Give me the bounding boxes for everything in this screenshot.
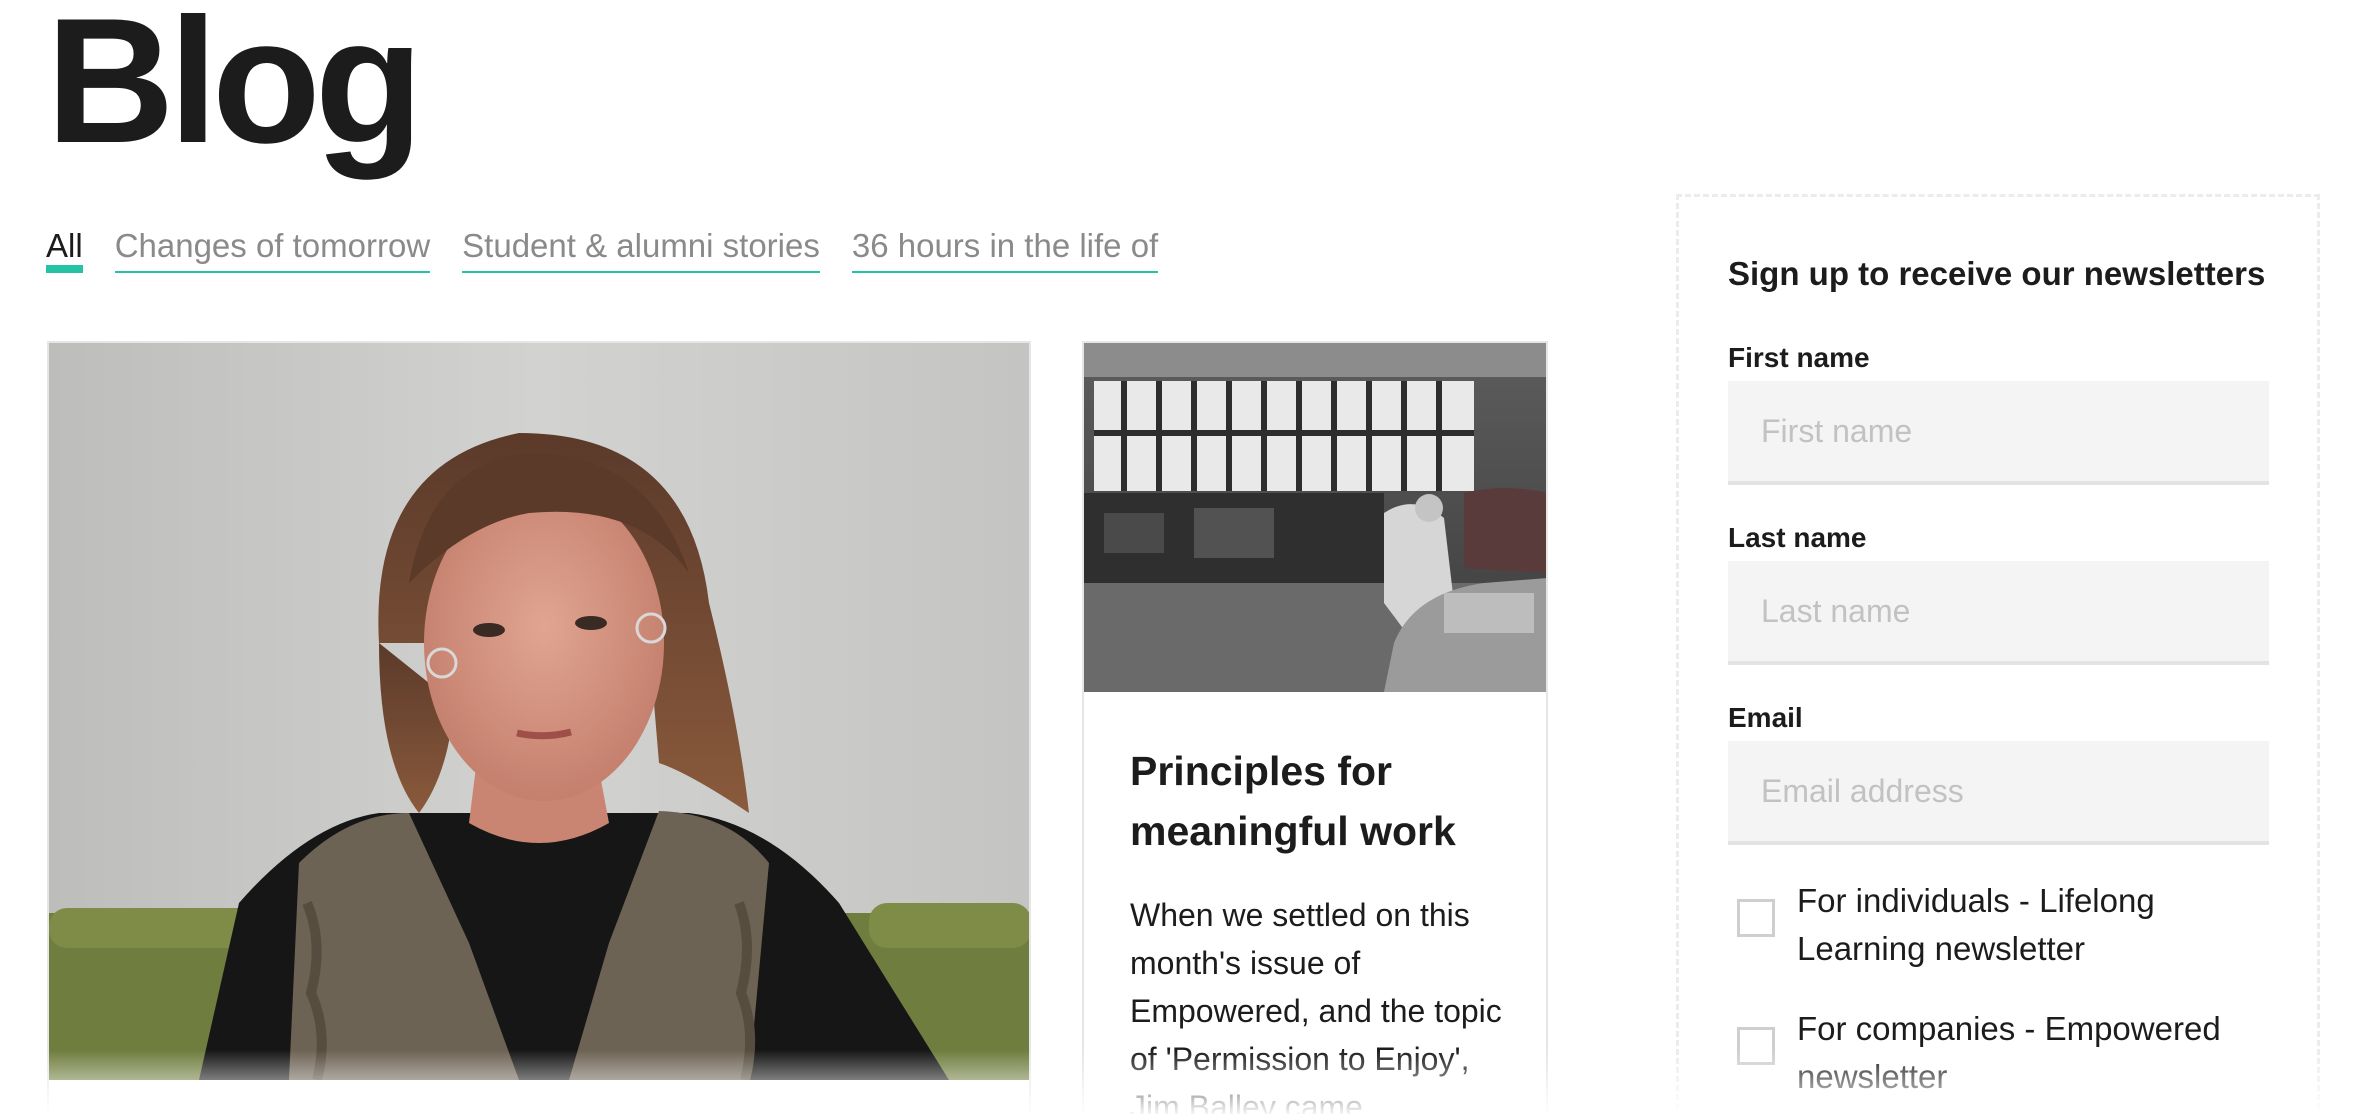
individuals-newsletter-option[interactable]: For individuals - Lifelong Learning news… bbox=[1737, 877, 2257, 973]
category-tabs: All Changes of tomorrow Student & alumni… bbox=[46, 224, 1159, 273]
tab-changes-of-tomorrow[interactable]: Changes of tomorrow bbox=[114, 224, 431, 273]
newsletter-signup-panel: Sign up to receive our newsletters First… bbox=[1676, 194, 2320, 1114]
featured-article-card[interactable] bbox=[47, 341, 1031, 1114]
page-title: Blog bbox=[46, 0, 423, 180]
last-name-label: Last name bbox=[1728, 522, 1867, 553]
individuals-newsletter-label[interactable]: For individuals - Lifelong Learning news… bbox=[1797, 877, 2257, 973]
page: Blog All Changes of tomorrow Student & a… bbox=[0, 0, 2370, 1114]
tab-student-alumni-stories[interactable]: Student & alumni stories bbox=[462, 224, 820, 273]
article-excerpt: When we settled on this month's issue of… bbox=[1130, 897, 1502, 1114]
workshop-photo[interactable] bbox=[1084, 343, 1546, 692]
last-name-field[interactable] bbox=[1728, 561, 2269, 665]
email-field[interactable] bbox=[1728, 741, 2269, 845]
first-name-label: First name bbox=[1728, 342, 1870, 373]
tab-all[interactable]: All bbox=[46, 224, 83, 273]
article-title[interactable]: Principles for meaningful work bbox=[1130, 741, 1510, 861]
article-card[interactable]: Principles for meaningful work When we s… bbox=[1082, 341, 1548, 1114]
email-label: Email bbox=[1728, 702, 1803, 733]
first-name-field[interactable] bbox=[1728, 381, 2269, 485]
tab-36-hours[interactable]: 36 hours in the life of bbox=[851, 224, 1159, 273]
individuals-newsletter-checkbox[interactable] bbox=[1737, 899, 1775, 937]
newsletter-heading: Sign up to receive our newsletters bbox=[1728, 255, 2266, 292]
companies-newsletter-label[interactable]: For companies - Empowered newsletter bbox=[1797, 1005, 2257, 1101]
portrait-photo[interactable] bbox=[49, 343, 1029, 1080]
companies-newsletter-option[interactable]: For companies - Empowered newsletter bbox=[1737, 1005, 2257, 1101]
companies-newsletter-checkbox[interactable] bbox=[1737, 1027, 1775, 1065]
